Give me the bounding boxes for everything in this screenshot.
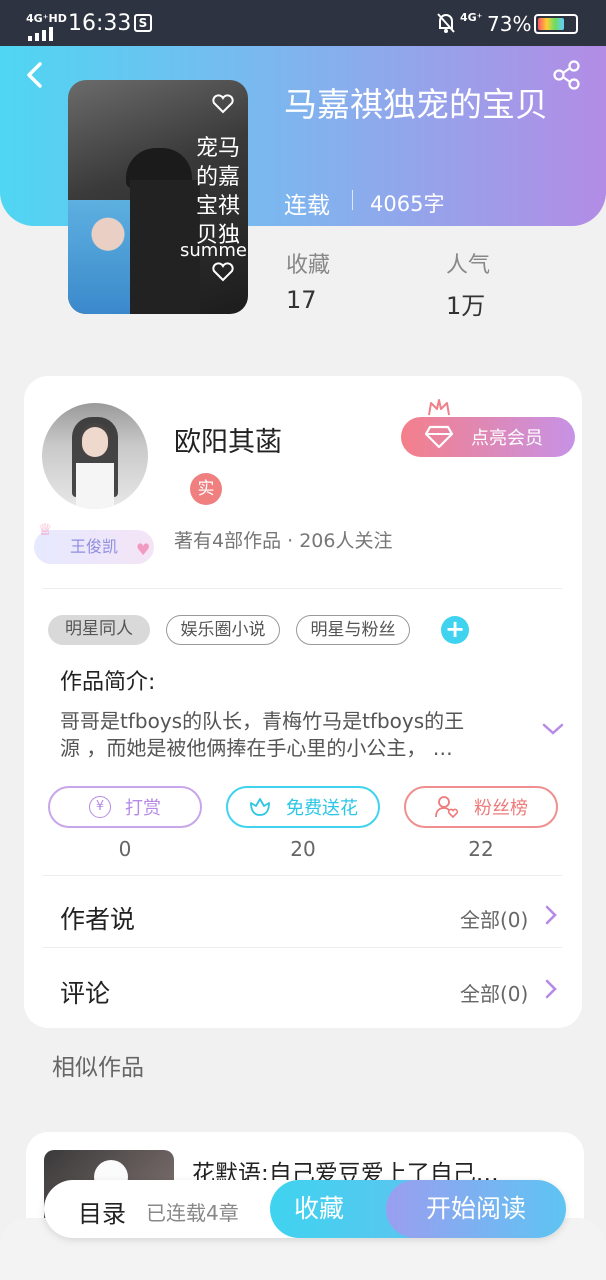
tip-button-label: 打赏	[125, 798, 161, 819]
intro-text-line: 哥哥是tfboys的队长，青梅竹马是tfboys的王	[60, 709, 465, 733]
comments-label: 评论	[60, 979, 111, 1008]
chapter-count: 已连载4章	[146, 1201, 239, 1225]
vip-button-label: 点亮会员	[471, 428, 543, 449]
tip-count: 0	[118, 837, 132, 861]
flower-icon	[248, 795, 272, 819]
author-says-all: 全部(0)	[460, 908, 529, 932]
comments-row[interactable]: 评论 全部(0)	[42, 952, 562, 1018]
crown-icon	[427, 398, 451, 418]
popularity-value: 1万	[446, 292, 486, 320]
intro-heading: 作品简介:	[60, 670, 156, 695]
add-tag-icon[interactable]: +	[441, 616, 469, 644]
clock: 16:33	[68, 11, 132, 36]
favorite-button-label: 收藏	[294, 1194, 345, 1223]
verified-badge: 实	[190, 473, 222, 505]
start-reading-label: 开始阅读	[425, 1194, 526, 1223]
chevron-right-icon	[544, 904, 558, 926]
author-says-label: 作者说	[60, 905, 136, 934]
start-reading-button[interactable]: 开始阅读	[386, 1180, 566, 1238]
cover-heart-icon	[212, 94, 234, 114]
flower-count: 20	[290, 837, 316, 861]
author-stats: 著有4部作品 · 206人关注	[174, 530, 393, 552]
word-count: 4065字	[370, 192, 445, 216]
yen-icon: ¥	[89, 796, 111, 818]
cover-text-line: 的嘉	[196, 165, 241, 190]
intro-text[interactable]: 哥哥是tfboys的队长，青梅竹马是tfboys的王 源 ，而她是被他俩捧在手心…	[60, 708, 530, 762]
status-bar: 4G⁺HD 16:33 S 4G⁺ 73%	[0, 0, 606, 46]
battery-percent: 73%	[487, 12, 532, 36]
favorites-label: 收藏	[286, 253, 331, 278]
comments-all: 全部(0)	[460, 982, 529, 1006]
send-flower-label: 免费送花	[286, 798, 358, 819]
fan-ranking-button[interactable]: 粉丝榜	[404, 786, 558, 828]
back-icon[interactable]	[22, 60, 48, 90]
signal-icon	[28, 22, 58, 41]
toc-button[interactable]: 目录	[78, 1194, 126, 1229]
author-avatar[interactable]	[42, 403, 148, 509]
battery-icon	[534, 14, 578, 34]
send-flower-button[interactable]: 免费送花	[226, 786, 380, 828]
notification-s-icon: S	[134, 14, 152, 32]
cover-text-line: 宝祺	[196, 194, 241, 219]
fan-badge-crown-icon: ♕	[38, 520, 53, 539]
fan-badge-heart-icon: ♥	[136, 540, 151, 559]
divider	[42, 947, 562, 948]
fan-count: 22	[468, 837, 494, 861]
fan-ranking-label: 粉丝榜	[474, 798, 528, 819]
author-name[interactable]: 欧阳其菡	[174, 420, 282, 459]
network-indicator-2: 4G⁺	[460, 11, 483, 24]
cover-overlay-text: summe	[180, 240, 247, 261]
book-title: 马嘉祺独宠的宝贝	[284, 85, 548, 124]
author-says-row[interactable]: 作者说 全部(0)	[42, 880, 562, 946]
divider	[42, 875, 562, 876]
tag-chip[interactable]: 娱乐圈小说	[166, 615, 280, 645]
book-status: 连载	[284, 193, 330, 219]
mute-bell-icon	[436, 12, 456, 34]
similar-heading: 相似作品	[52, 1055, 144, 1081]
tag-chip[interactable]: 明星同人	[48, 615, 150, 645]
popularity-label: 人气	[446, 253, 491, 278]
expand-chevron-icon[interactable]	[541, 720, 565, 738]
cover-text-line: 宠马	[196, 136, 241, 161]
book-cover[interactable]: 宠马 的嘉 宝祺 贝独 summe	[68, 80, 248, 314]
cover-heart-icon	[212, 262, 234, 282]
divider	[42, 588, 562, 589]
chevron-right-icon	[544, 978, 558, 1000]
tag-chip[interactable]: 明星与粉丝	[296, 615, 410, 645]
tip-button[interactable]: ¥ 打赏	[48, 786, 202, 828]
fan-badge-label: 王俊凯	[69, 537, 118, 556]
cover-text-right: 宠马 的嘉 宝祺 贝独	[196, 134, 242, 250]
favorites-value: 17	[286, 286, 317, 314]
user-heart-icon	[434, 795, 460, 819]
diamond-icon	[424, 424, 454, 450]
intro-text-line: 源 ，而她是被他俩捧在手心里的小公主， …	[60, 736, 453, 760]
divider	[352, 190, 353, 210]
